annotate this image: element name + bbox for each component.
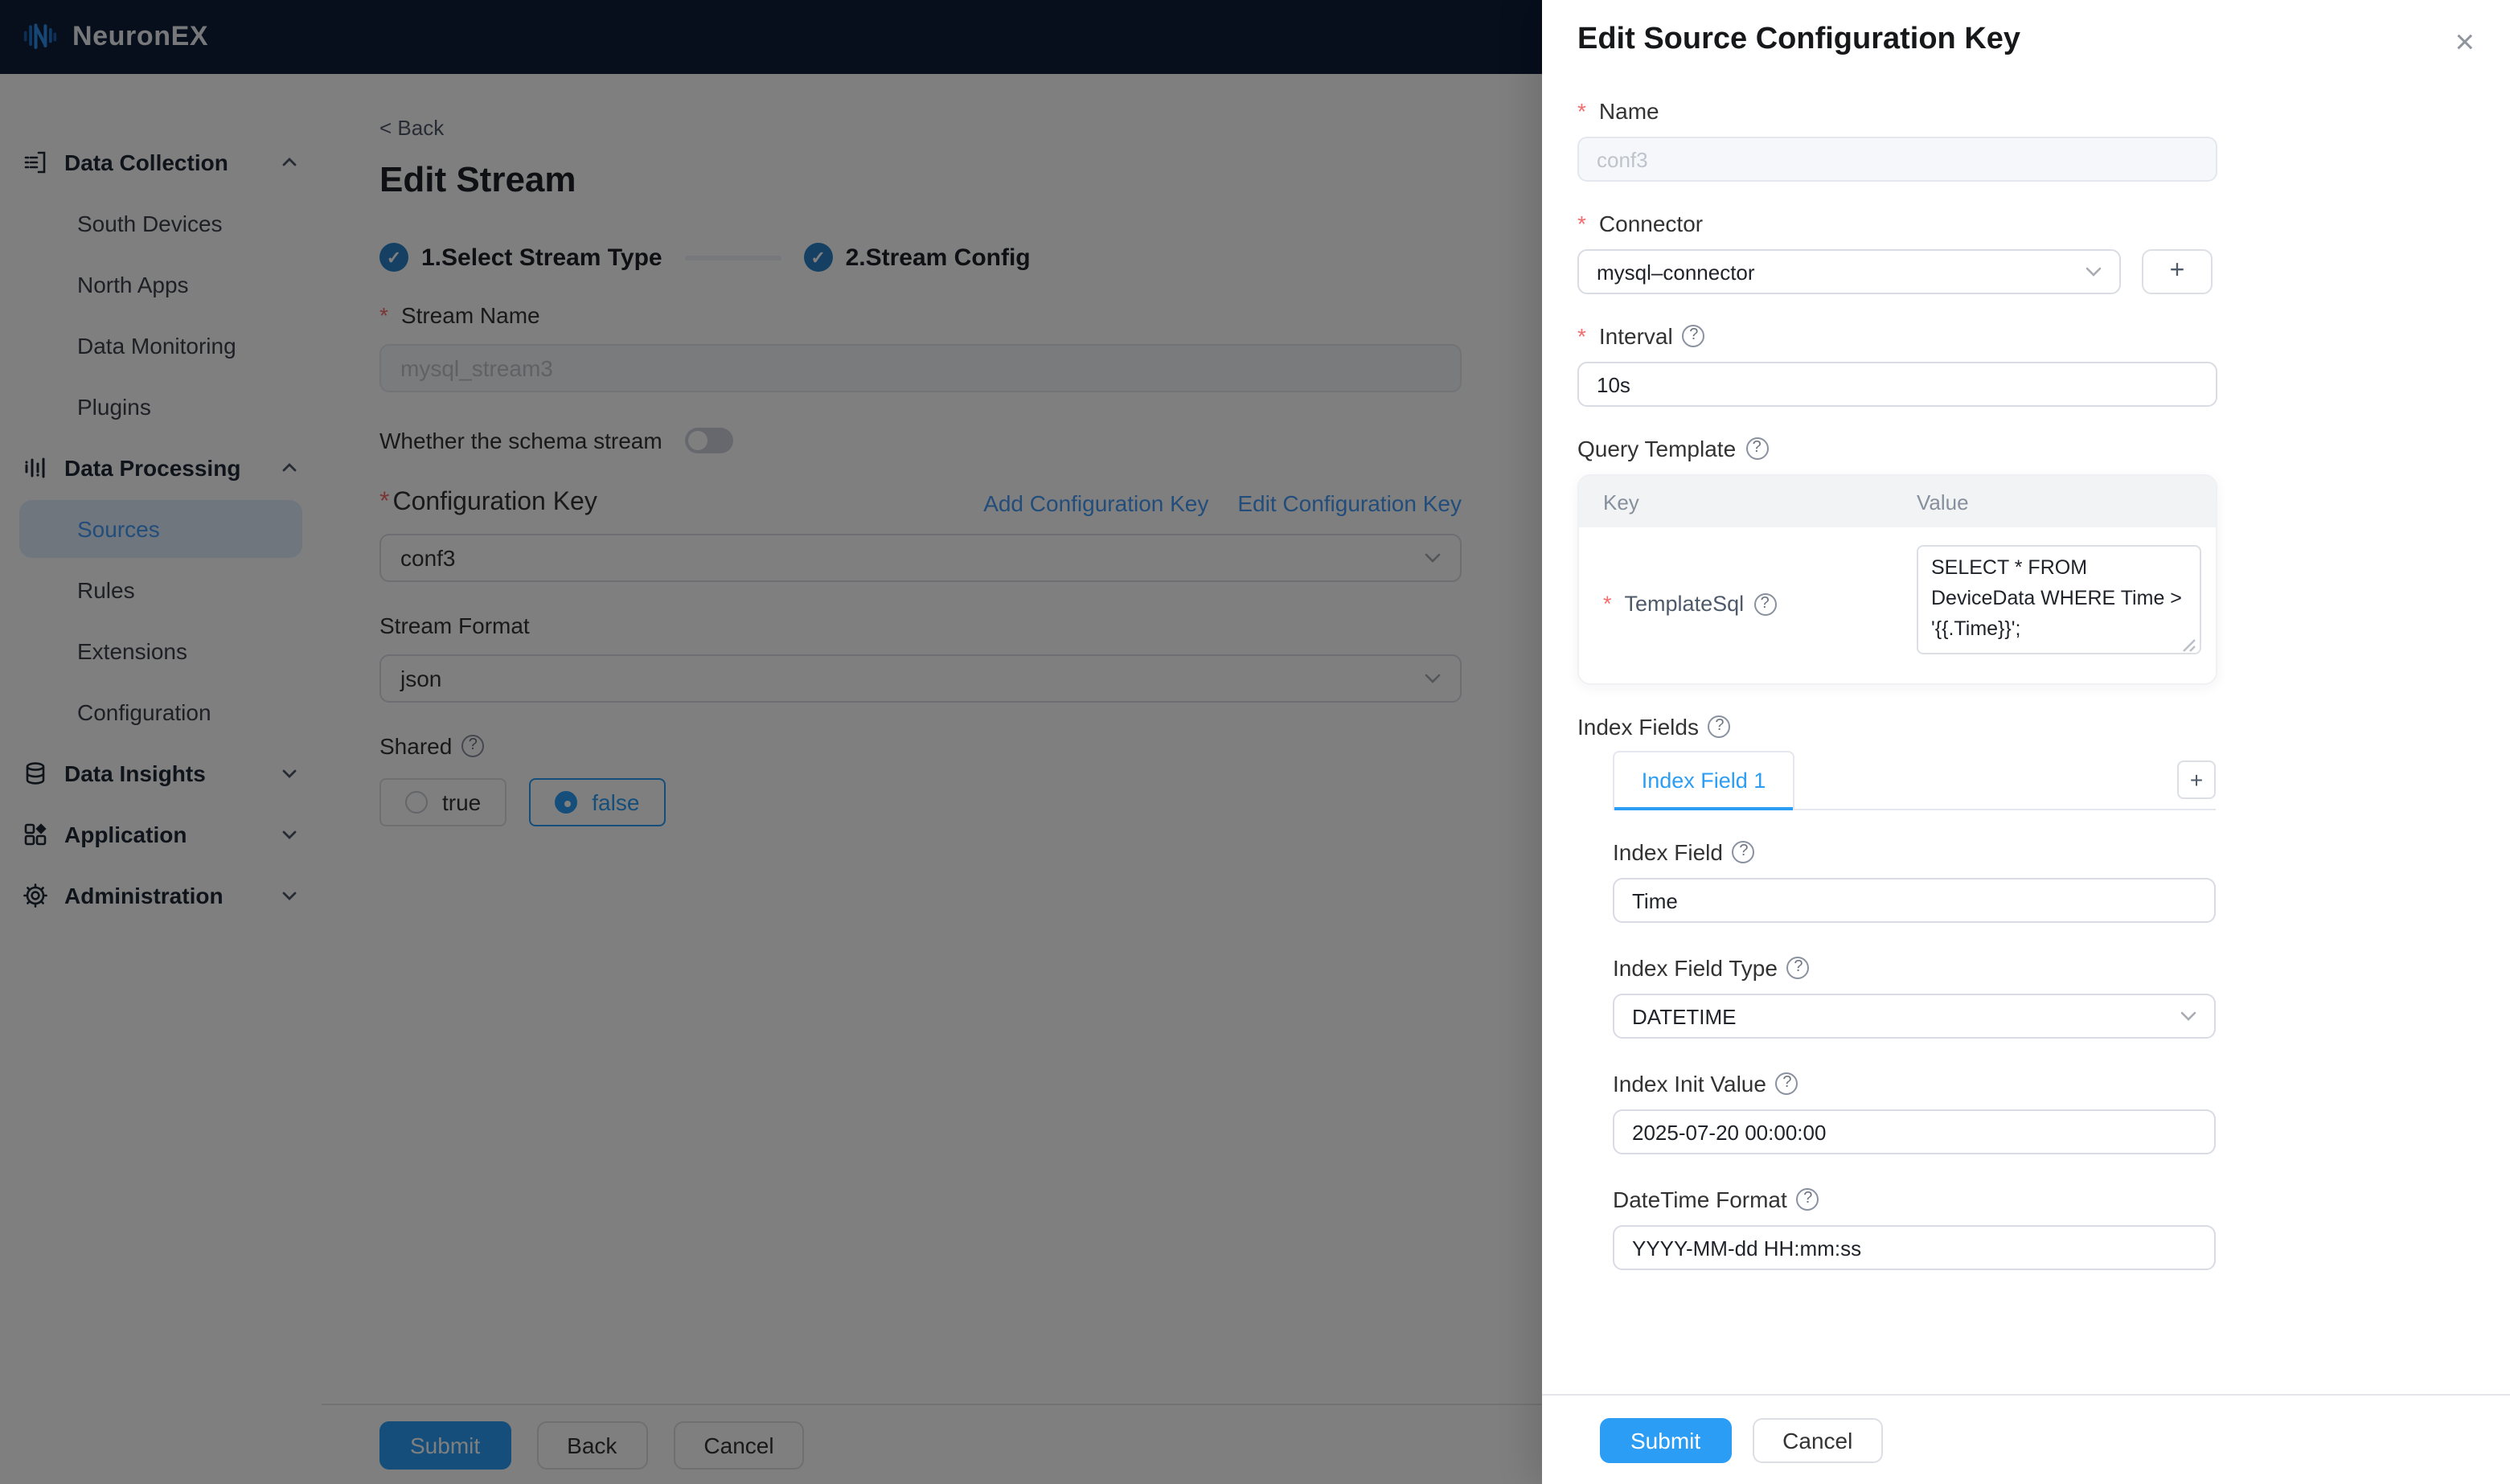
connector-label: Connector [1598, 211, 1704, 236]
required-mark: * [1577, 98, 1586, 124]
drawer-cancel-button[interactable]: Cancel [1752, 1417, 1884, 1462]
chevron-down-icon [2180, 1011, 2196, 1021]
required-mark: * [1577, 211, 1586, 236]
index-init-value-input[interactable] [1613, 1109, 2216, 1154]
drawer-header: Edit Source Configuration Key × [1542, 0, 2510, 59]
help-icon[interactable]: ? [1753, 592, 1777, 615]
template-sql-textarea[interactable]: SELECT * FROM DeviceData WHERE Time > '{… [1917, 545, 2201, 654]
resize-handle-icon[interactable] [2180, 637, 2196, 653]
edit-source-configuration-drawer: Edit Source Configuration Key × * Name c… [1542, 0, 2510, 1484]
value-column-header: Value [1917, 490, 1969, 514]
index-field-input[interactable] [1613, 878, 2216, 923]
template-sql-label: TemplateSql [1624, 592, 1745, 616]
index-init-value-block: Index Init Value ? [1613, 1071, 2510, 1154]
name-value: conf3 [1597, 147, 1648, 171]
index-field-type-select[interactable]: DATETIME [1613, 994, 2216, 1039]
datetime-format-block: DateTime Format ? [1613, 1187, 2510, 1270]
key-column-header: Key [1603, 490, 1639, 514]
required-mark: * [1577, 323, 1586, 349]
drawer-footer: Submit Cancel [1542, 1394, 2510, 1484]
query-template-label: Query Template [1577, 436, 1737, 461]
tab-index-field-1[interactable]: Index Field 1 [1613, 751, 1794, 810]
help-icon[interactable]: ? [1775, 1072, 1798, 1095]
index-init-value-label: Index Init Value [1613, 1071, 1766, 1097]
add-index-field-button[interactable]: + [2177, 760, 2216, 799]
help-icon[interactable]: ? [1745, 437, 1769, 460]
index-fields-label: Index Fields [1577, 714, 1699, 740]
index-fields-subsection: Index Field 1 + Index Field ? Index [1613, 751, 2510, 1270]
interval-label: Interval [1598, 323, 1673, 349]
add-connector-button[interactable]: + [2142, 249, 2213, 294]
connector-select[interactable]: mysql–connector [1577, 249, 2121, 294]
query-template-table-header: Key Value [1579, 476, 2216, 527]
interval-input[interactable] [1577, 362, 2217, 407]
connector-field-block: * Connector mysql–connector + [1577, 211, 2510, 294]
name-field-block: * Name conf3 [1577, 98, 2510, 182]
required-mark: * [1603, 592, 1612, 616]
drawer-title: Edit Source Configuration Key [1577, 23, 2021, 56]
index-field-label: Index Field [1613, 839, 1723, 865]
name-input: conf3 [1577, 137, 2217, 182]
interval-field-block: * Interval ? [1577, 323, 2510, 407]
index-field-type-block: Index Field Type ? DATETIME [1613, 955, 2510, 1039]
help-icon[interactable]: ? [1796, 1188, 1819, 1211]
template-sql-row: * TemplateSql ? SELECT * FROM DeviceData… [1579, 527, 2216, 683]
query-template-table: Key Value * TemplateSql ? SELECT * FROM … [1577, 474, 2217, 685]
query-template-block: Query Template ? Key Value * TemplateSql… [1577, 436, 2510, 685]
tab-label: Index Field 1 [1641, 769, 1766, 793]
drawer-body: * Name conf3 * Connector mysql–connector [1542, 59, 2510, 1270]
app-root: NeuronEX Data Collection South Devices N… [0, 0, 2510, 1484]
close-icon[interactable]: × [2455, 26, 2475, 59]
index-field-type-value: DATETIME [1632, 1004, 1737, 1028]
help-icon[interactable]: ? [1732, 841, 1755, 863]
datetime-format-label: DateTime Format [1613, 1187, 1787, 1212]
index-field-type-label: Index Field Type [1613, 955, 1778, 981]
drawer-submit-button[interactable]: Submit [1600, 1417, 1732, 1462]
name-label: Name [1598, 98, 1659, 124]
connector-value: mysql–connector [1597, 260, 1755, 284]
datetime-format-input[interactable] [1613, 1225, 2216, 1270]
help-icon[interactable]: ? [1786, 957, 1810, 979]
help-icon[interactable]: ? [1682, 325, 1705, 347]
chevron-down-icon [2086, 267, 2102, 277]
index-field-tabbar: Index Field 1 + [1613, 751, 2216, 810]
index-field-block: Index Field ? [1613, 839, 2510, 923]
help-icon[interactable]: ? [1708, 715, 1731, 738]
index-fields-block: Index Fields ? Index Field 1 + Index Fie… [1577, 714, 2510, 1270]
